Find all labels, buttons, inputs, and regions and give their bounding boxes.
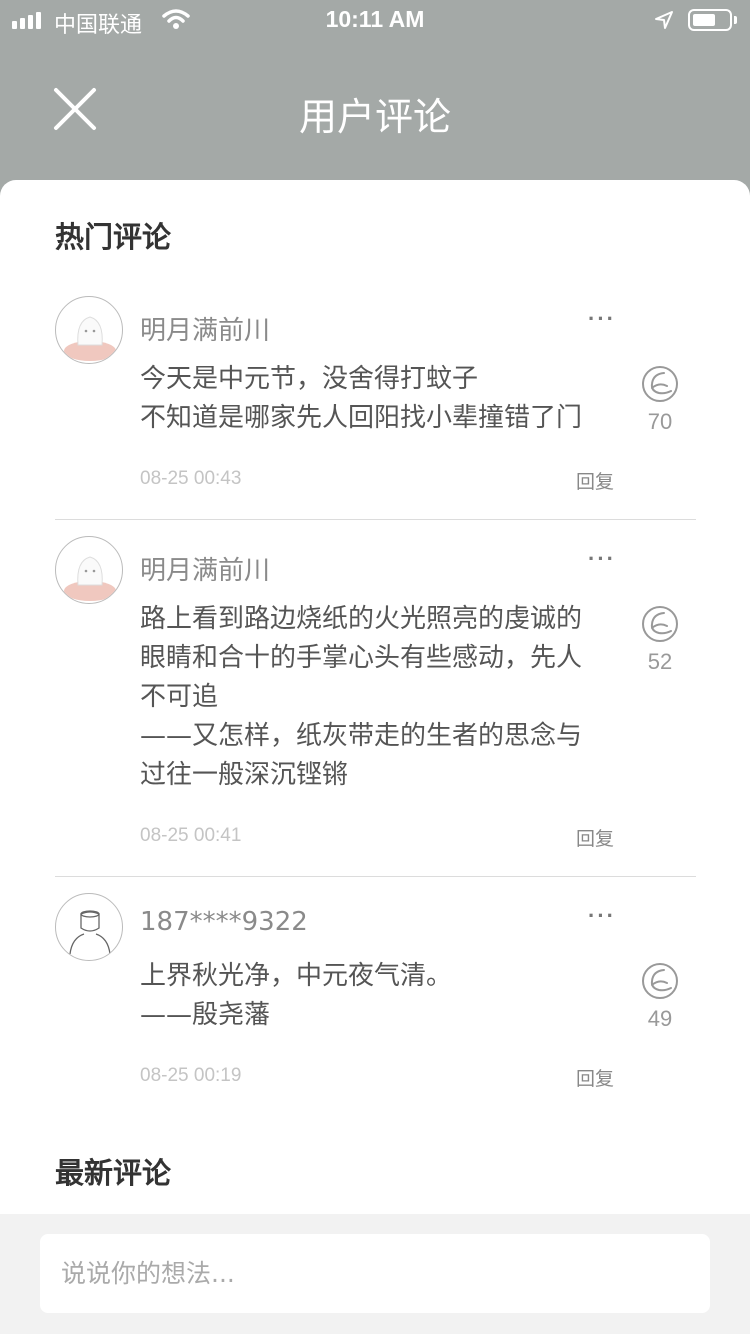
comment-line: ——又怎样，纸灰带走的生者的思念与	[140, 721, 583, 751]
comment-line: 不知道是哪家先人回阳找小辈撞错了门	[140, 403, 583, 433]
comment-time: 08-25 00:19	[140, 1065, 242, 1086]
latest-comments-title: 最新评论	[55, 1156, 172, 1190]
comment-input-bar	[0, 1214, 750, 1334]
comment-line: ——殷尧藩	[140, 1000, 271, 1030]
nav-bar: 用户评论	[0, 40, 750, 180]
status-bar: 中国联通 10:11 AM	[0, 0, 750, 40]
avatar[interactable]	[55, 893, 123, 961]
divider	[55, 876, 696, 877]
username[interactable]: 187****9322	[140, 907, 308, 937]
battery-icon	[688, 9, 732, 31]
like-count: 52	[647, 649, 673, 674]
avatar-illustration	[64, 556, 116, 601]
comment-line: 过往一般深沉铿锵	[140, 760, 349, 790]
comment-text: 路上看到路边烧纸的火光照亮的虔诚的 眼睛和合十的手掌心头有些感动，先人 不可追 …	[140, 600, 620, 795]
more-options-button[interactable]: ···	[588, 903, 616, 929]
comment-time: 08-25 00:41	[140, 825, 242, 846]
like-icon[interactable]	[640, 961, 680, 1001]
more-options-button[interactable]: ···	[588, 306, 616, 332]
comment-line: 今天是中元节，没舍得打蚊子	[140, 364, 479, 394]
hot-comments-title: 热门评论	[55, 220, 172, 254]
username[interactable]: 明月满前川	[140, 310, 270, 347]
username[interactable]: 明月满前川	[140, 550, 270, 587]
like-count: 49	[647, 1006, 673, 1031]
like-count: 70	[647, 409, 673, 434]
comment-line: 路上看到路边烧纸的火光照亮的虔诚的	[140, 604, 583, 634]
avatar[interactable]	[55, 536, 123, 604]
more-options-button[interactable]: ···	[588, 546, 616, 572]
like-icon[interactable]	[640, 364, 680, 404]
avatar[interactable]	[55, 296, 123, 364]
comments-sheet: 热门评论 明月满前川 ··· 今天是中元节，没舍得打蚊子 不知道是哪家先人回阳找…	[0, 180, 750, 1334]
clock-time: 10:11 AM	[325, 6, 425, 32]
comment-input[interactable]	[40, 1234, 710, 1313]
comment-text: 上界秋光净，中元夜气清。 ——殷尧藩	[140, 957, 620, 1035]
like-icon[interactable]	[640, 604, 680, 644]
comment-text: 今天是中元节，没舍得打蚊子 不知道是哪家先人回阳找小辈撞错了门	[140, 360, 620, 438]
avatar-illustration	[64, 316, 116, 361]
reply-button[interactable]: 回复	[576, 824, 614, 851]
comment-line: 不可追	[140, 682, 219, 712]
reply-button[interactable]: 回复	[576, 467, 614, 494]
page-title: 用户评论	[298, 95, 451, 139]
location-arrow-icon	[655, 11, 673, 29]
person-outline-icon	[69, 910, 111, 955]
comment-line: 眼睛和合十的手掌心头有些感动，先人	[140, 643, 583, 673]
comment-time: 08-25 00:43	[140, 468, 242, 489]
battery-tip	[734, 16, 737, 24]
comment-line: 上界秋光净，中元夜气清。	[140, 961, 453, 991]
reply-button[interactable]: 回复	[576, 1064, 614, 1091]
divider	[55, 519, 696, 520]
